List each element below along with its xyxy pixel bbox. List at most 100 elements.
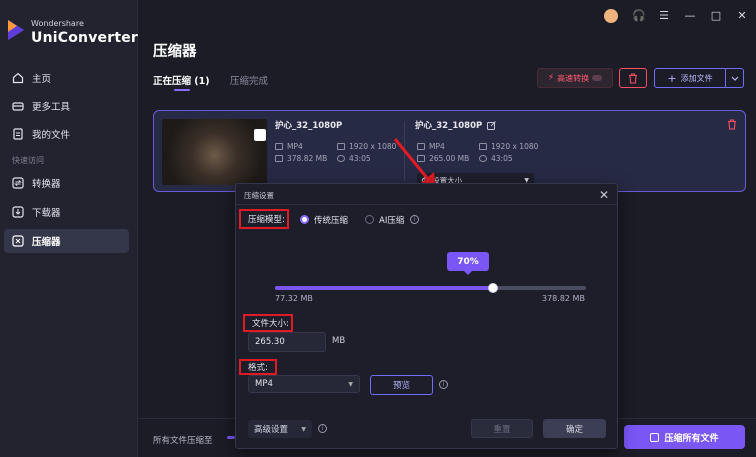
brand-vendor: Wondershare — [31, 19, 84, 28]
sidebar-item-more-tools[interactable]: 更多工具 — [0, 94, 138, 118]
advanced-settings-label: 高级设置 — [254, 425, 289, 435]
quick-access-label: 快速访问 — [12, 156, 44, 165]
file-size-input[interactable]: 265.30 — [248, 332, 326, 352]
uniconverter-logo-icon — [8, 20, 24, 40]
file-card[interactable]: 护心_32_1080P MP4 1920 x 1080 378.82 MB 43… — [153, 110, 746, 192]
sidebar: Wondershare UniConverter 主页 更多工具 我的文件 快速… — [0, 0, 138, 457]
add-file-label: 添加文件 — [680, 73, 713, 83]
headset-icon[interactable]: 🎧 — [632, 10, 646, 22]
home-icon — [12, 72, 24, 84]
video-thumbnail[interactable] — [162, 119, 267, 185]
chevron-down-icon — [731, 76, 738, 81]
menu-icon[interactable]: ☰ — [658, 10, 670, 22]
video-format-icon — [275, 143, 283, 150]
delete-all-button[interactable] — [619, 68, 647, 88]
compression-slider[interactable] — [275, 283, 586, 293]
format-selected-value: MP4 — [255, 379, 273, 389]
slider-min-label: 77.32 MB — [275, 294, 313, 303]
page-title: 压缩器 — [153, 44, 197, 60]
info-icon[interactable]: i — [318, 424, 327, 433]
resolution-icon — [479, 143, 487, 150]
active-tab-indicator — [174, 89, 190, 91]
slider-handle[interactable] — [487, 283, 498, 293]
file-size-label: 文件大小: — [243, 314, 293, 332]
resolution-icon — [337, 143, 345, 150]
compressor-icon — [12, 235, 24, 247]
folder-icon — [275, 155, 283, 162]
dialog-title: 压缩设置 — [244, 191, 274, 200]
option-ai-label: AI压缩 — [379, 216, 405, 226]
sidebar-item-label: 更多工具 — [32, 102, 71, 113]
download-icon — [12, 206, 24, 218]
dialog-header-divider — [236, 204, 617, 205]
converter-icon — [12, 177, 24, 189]
lightning-icon: ⚡ — [547, 73, 555, 83]
advanced-settings-dropdown[interactable]: 高级设置 ▼ — [248, 420, 312, 438]
tab-completed[interactable]: 压缩完成 — [230, 73, 268, 87]
source-duration: 43:05 — [337, 154, 371, 163]
radio-ai[interactable] — [365, 215, 374, 224]
info-icon[interactable]: i — [439, 380, 448, 389]
chevron-down-icon: ▼ — [348, 380, 353, 388]
ratio-percent-badge: 70% — [447, 252, 489, 271]
file-size-unit: MB — [332, 336, 346, 346]
sidebar-item-label: 主页 — [32, 74, 52, 85]
option-traditional-label: 传统压缩 — [314, 216, 349, 226]
sidebar-item-label: 转换器 — [32, 179, 61, 190]
minimize-icon[interactable]: — — [684, 10, 696, 22]
tab-compressing[interactable]: 正在压缩 (1) — [153, 73, 210, 87]
close-icon[interactable]: ✕ — [599, 188, 609, 202]
maximize-icon[interactable]: □ — [710, 10, 722, 22]
clock-icon — [479, 155, 487, 162]
compress-icon — [650, 432, 660, 442]
format-select[interactable]: MP4 ▼ — [248, 375, 360, 393]
trash-icon — [629, 72, 637, 84]
close-icon[interactable]: ✕ — [736, 10, 748, 22]
format-label: 格式: — [239, 359, 277, 375]
remove-file-icon[interactable] — [727, 119, 737, 130]
ok-button[interactable]: 确定 — [543, 419, 606, 438]
window-controls: 🎧 ☰ — □ ✕ — [604, 9, 748, 23]
reset-button[interactable]: 重置 — [471, 419, 533, 438]
target-duration: 43:05 — [479, 154, 513, 163]
clock-icon — [337, 155, 345, 162]
compress-all-button[interactable]: 压缩所有文件 — [624, 425, 745, 449]
info-icon[interactable]: i — [410, 215, 419, 224]
ratio-badge-pointer — [464, 271, 472, 275]
avatar[interactable] — [604, 9, 618, 23]
sidebar-item-home[interactable]: 主页 — [0, 66, 138, 90]
source-size: 378.82 MB — [275, 154, 327, 163]
sidebar-item-downloader[interactable]: 下载器 — [0, 200, 138, 224]
sidebar-item-compressor[interactable]: 压缩器 — [4, 229, 129, 253]
target-resolution: 1920 x 1080 — [479, 142, 538, 151]
compression-settings-dialog: 压缩设置 ✕ 压缩模型: 传统压缩 AI压缩 i 70% 77.32 MB 37… — [235, 183, 618, 449]
source-format: MP4 — [275, 142, 303, 151]
target-file-name: 护心_32_1080P — [415, 119, 497, 131]
compression-mode-label: 压缩模型: — [239, 209, 289, 229]
sidebar-item-converter[interactable]: 转换器 — [0, 171, 138, 195]
compress-all-label: 压缩所有文件 — [664, 433, 719, 444]
high-speed-button[interactable]: ⚡ 高速转换 — [537, 68, 613, 88]
add-file-button[interactable]: + 添加文件 — [654, 68, 726, 88]
compress-all-to-label: 所有文件压缩至 — [153, 436, 213, 446]
footer-progress-indicator — [227, 436, 235, 439]
file-icon — [13, 128, 23, 140]
radio-traditional[interactable] — [300, 215, 309, 224]
source-file-name: 护心_32_1080P — [275, 121, 343, 131]
slider-fill — [275, 286, 493, 290]
sidebar-item-label: 下载器 — [32, 208, 61, 219]
toggle-icon — [592, 75, 603, 81]
preview-button[interactable]: 预览 — [370, 375, 433, 395]
edit-icon[interactable] — [487, 120, 497, 130]
source-resolution: 1920 x 1080 — [337, 142, 396, 151]
sidebar-item-label: 我的文件 — [32, 130, 71, 141]
slider-max-label: 378.82 MB — [542, 294, 585, 303]
play-icon[interactable] — [254, 129, 266, 141]
chevron-down-icon: ▼ — [301, 425, 306, 433]
add-file-dropdown-button[interactable] — [726, 68, 744, 88]
plus-icon: + — [667, 71, 677, 85]
brand-name: UniConverter — [31, 30, 139, 46]
app-window: Wondershare UniConverter 主页 更多工具 我的文件 快速… — [0, 0, 756, 457]
sidebar-item-label: 压缩器 — [32, 237, 61, 248]
sidebar-item-my-files[interactable]: 我的文件 — [0, 122, 138, 146]
